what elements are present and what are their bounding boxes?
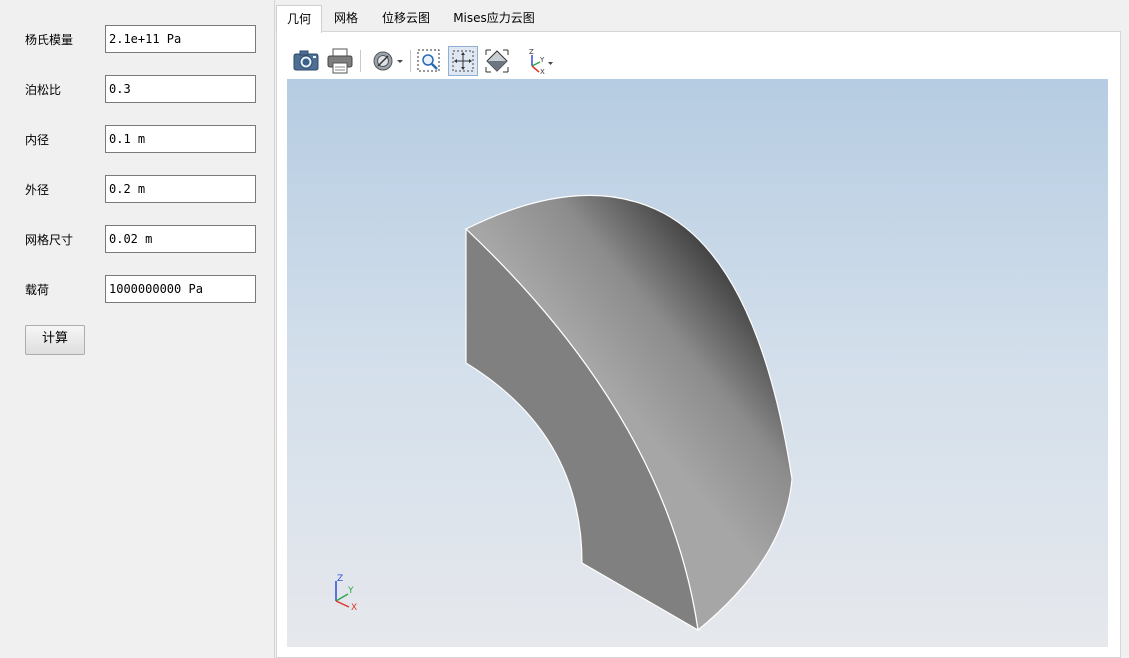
inner-radius-input[interactable]: 0.1 m xyxy=(105,125,256,153)
3d-viewport[interactable]: Z Y X xyxy=(287,79,1108,647)
tab-mises-stress-contour[interactable]: Mises应力云图 xyxy=(444,5,544,31)
svg-text:Y: Y xyxy=(539,56,545,64)
toolbar-separator xyxy=(360,50,361,72)
fit-all-icon[interactable] xyxy=(448,46,478,76)
svg-text:Z: Z xyxy=(529,48,534,56)
triad-y-label: Y xyxy=(347,586,354,596)
outer-radius-input[interactable]: 0.2 m xyxy=(105,175,256,203)
poisson-ratio-input[interactable]: 0.3 xyxy=(105,75,256,103)
display-mode-icon[interactable] xyxy=(370,46,406,76)
poisson-ratio-label: 泊松比 xyxy=(25,83,62,97)
geometry-model xyxy=(464,194,793,632)
inner-radius-label: 内径 xyxy=(25,133,50,147)
triad-z-label: Z xyxy=(337,574,343,584)
load-label: 载荷 xyxy=(25,283,50,297)
zoom-box-icon[interactable] xyxy=(414,46,444,76)
panel-splitter[interactable] xyxy=(274,0,275,658)
svg-text:X: X xyxy=(540,68,545,76)
triad-x-label: X xyxy=(351,603,357,613)
outer-radius-label: 外径 xyxy=(25,183,50,197)
youngs-modulus-input[interactable]: 2.1e+11 Pa xyxy=(105,25,256,53)
mesh-size-input[interactable]: 0.02 m xyxy=(105,225,256,253)
parameter-panel: 杨氏模量 2.1e+11 Pa 泊松比 0.3 内径 0.1 m 外径 0.2 … xyxy=(0,0,274,658)
tab-geometry[interactable]: 几何 xyxy=(276,5,322,33)
viewer-toolbar: Z Y X xyxy=(287,42,1108,79)
youngs-modulus-label: 杨氏模量 xyxy=(25,33,74,47)
orientation-triad-icon: Z Y X xyxy=(335,574,357,613)
load-input[interactable]: 1000000000 Pa xyxy=(105,275,256,303)
camera-icon[interactable] xyxy=(291,46,321,76)
iso-view-icon[interactable] xyxy=(482,46,512,76)
toolbar-separator xyxy=(410,50,411,72)
tab-mesh[interactable]: 网格 xyxy=(322,5,370,31)
tab-displacement-contour[interactable]: 位移云图 xyxy=(372,5,440,31)
axes-view-icon[interactable]: Z Y X xyxy=(522,46,558,76)
calculate-button[interactable]: 计算 xyxy=(25,325,85,355)
mesh-size-label: 网格尺寸 xyxy=(25,233,74,247)
print-icon[interactable] xyxy=(325,46,355,76)
